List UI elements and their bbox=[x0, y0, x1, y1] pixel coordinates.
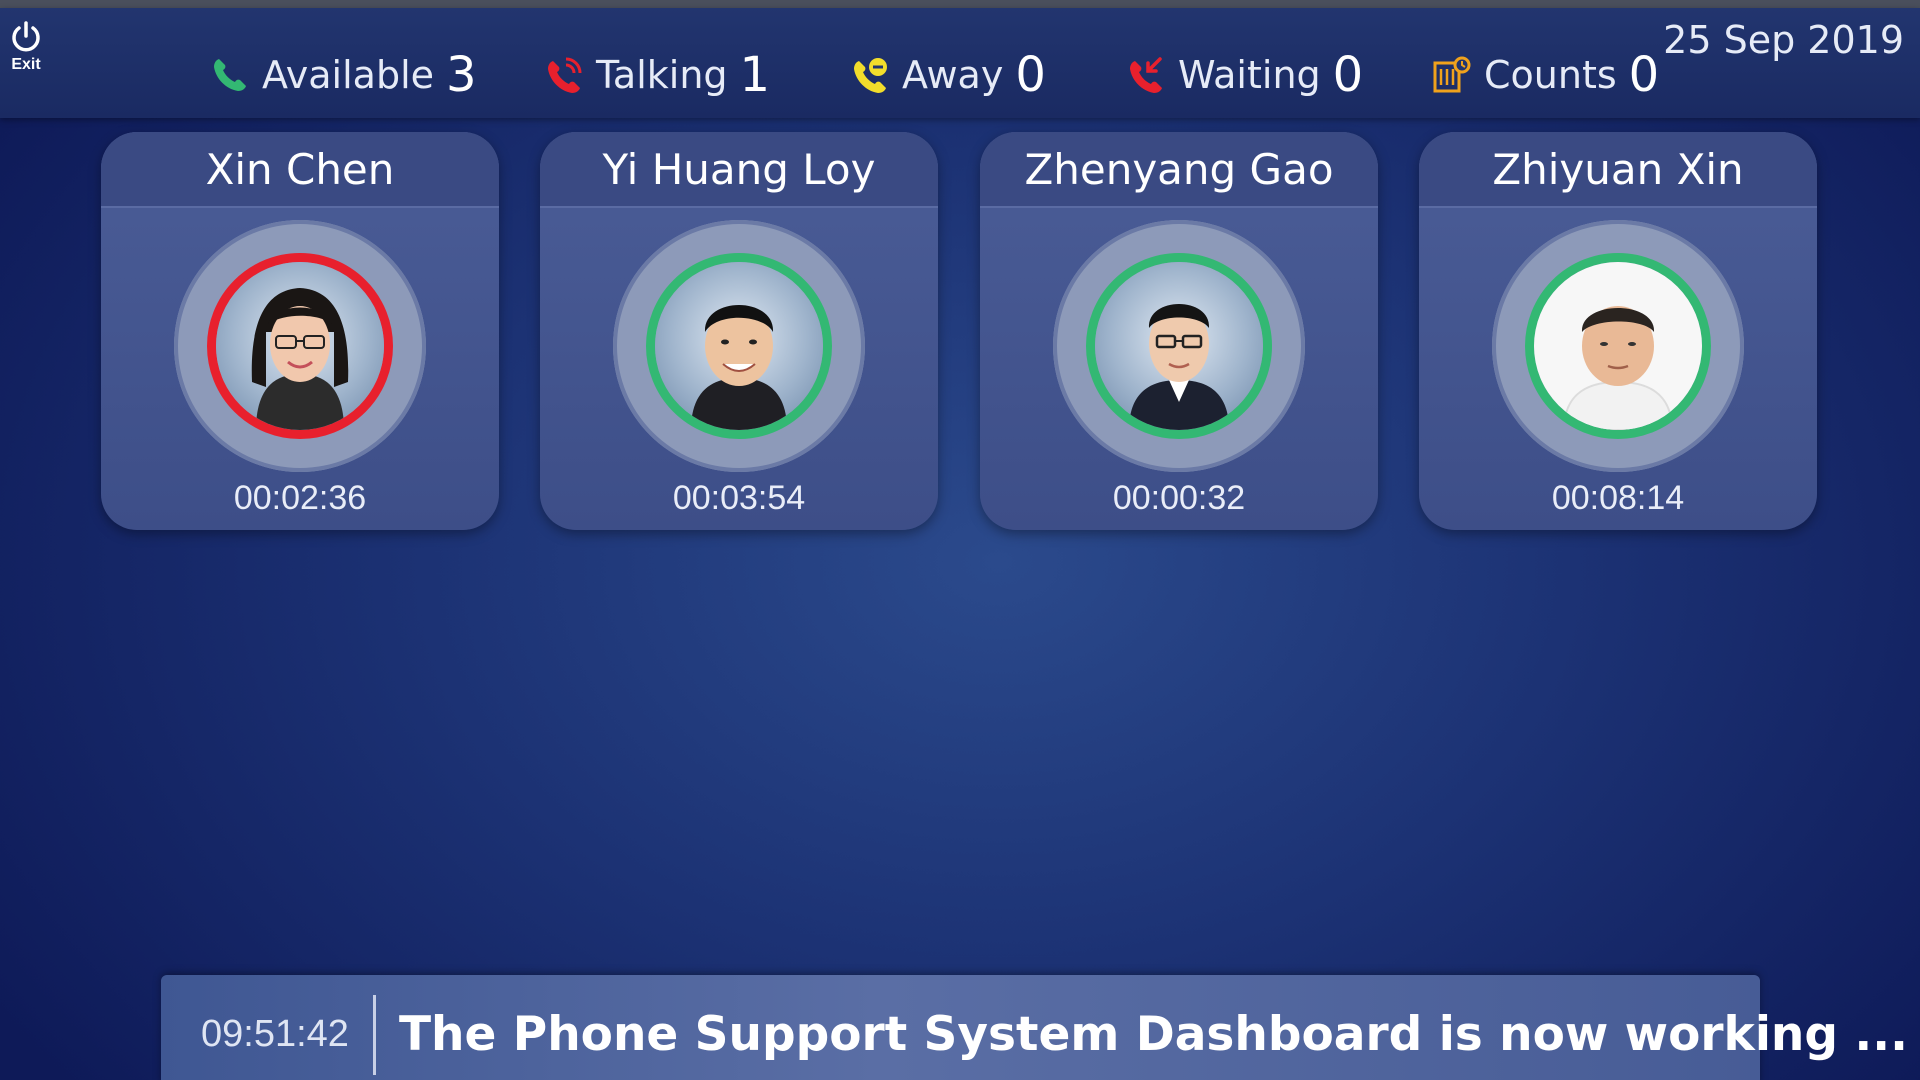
person-avatar-icon bbox=[691, 305, 787, 430]
stat-talking-count: 1 bbox=[739, 47, 771, 103]
stat-away-label: Away bbox=[902, 53, 1004, 97]
agent-card[interactable]: Zhenyang Gao 00:00:32 bbox=[980, 132, 1378, 530]
status-ring-available bbox=[646, 253, 832, 439]
stat-counts-count: 0 bbox=[1628, 47, 1660, 103]
stat-counts-label: Counts bbox=[1484, 53, 1617, 97]
avatar-frame bbox=[174, 220, 426, 472]
agent-name: Zhenyang Gao bbox=[980, 132, 1378, 208]
ticker-divider bbox=[373, 995, 376, 1075]
agent-card[interactable]: Yi Huang Loy 00:03:54 bbox=[540, 132, 938, 530]
agent-card[interactable]: Xin Chen 00:02:36 bbox=[101, 132, 499, 530]
stat-waiting-label: Waiting bbox=[1178, 53, 1321, 97]
window-top-border bbox=[0, 0, 1920, 8]
call-counts-icon bbox=[1430, 53, 1474, 97]
ticker-message: The Phone Support System Dashboard is no… bbox=[399, 1007, 1908, 1062]
exit-button[interactable]: Exit bbox=[6, 20, 46, 90]
avatar bbox=[1095, 262, 1263, 430]
avatar-frame bbox=[1492, 220, 1744, 472]
agent-timer: 00:08:14 bbox=[1551, 479, 1685, 517]
phone-away-icon bbox=[848, 53, 892, 97]
phone-waiting-icon bbox=[1124, 53, 1168, 97]
stat-available-label: Available bbox=[262, 53, 435, 97]
avatar-frame bbox=[613, 220, 865, 472]
power-icon bbox=[12, 21, 40, 52]
message-ticker: 09:51:42 The Phone Support System Dashbo… bbox=[161, 975, 1908, 1080]
stat-available-count: 3 bbox=[446, 47, 477, 103]
avatar-frame bbox=[1053, 220, 1305, 472]
stat-waiting: Waiting 0 bbox=[1124, 40, 1363, 110]
avatar bbox=[655, 262, 823, 430]
agent-name: Yi Huang Loy bbox=[540, 132, 938, 208]
person-avatar-icon bbox=[1562, 306, 1674, 430]
person-avatar-icon bbox=[1129, 304, 1229, 430]
agent-card[interactable]: Zhiyuan Xin 00:08:14 bbox=[1419, 132, 1817, 530]
person-avatar-icon bbox=[251, 288, 349, 430]
stat-away-count: 0 bbox=[1015, 47, 1046, 103]
date-display: 25 Sep 2019 bbox=[1663, 18, 1904, 62]
ticker-clock: 09:51:42 bbox=[201, 1013, 349, 1055]
agent-timer: 00:00:32 bbox=[1112, 479, 1246, 517]
agent-name: Xin Chen bbox=[101, 132, 499, 208]
status-ring-available bbox=[1086, 253, 1272, 439]
stat-away: Away 0 bbox=[848, 40, 1046, 110]
status-ring-talking bbox=[207, 253, 393, 439]
stat-talking-label: Talking bbox=[596, 53, 728, 97]
agent-timer: 00:02:36 bbox=[233, 479, 367, 517]
phone-talking-icon bbox=[542, 53, 586, 97]
avatar bbox=[1534, 262, 1702, 430]
stat-waiting-count: 0 bbox=[1332, 47, 1364, 103]
stat-counts: Counts 0 bbox=[1430, 40, 1659, 110]
phone-available-icon bbox=[208, 53, 252, 97]
status-header: Exit Available 3 Talking 1 Away 0 Waitin… bbox=[0, 8, 1920, 118]
stat-talking: Talking 1 bbox=[542, 40, 770, 110]
stat-available: Available 3 bbox=[208, 40, 477, 110]
status-ring-available bbox=[1525, 253, 1711, 439]
exit-label: Exit bbox=[11, 56, 41, 73]
agent-timer: 00:03:54 bbox=[672, 479, 806, 517]
avatar bbox=[216, 262, 384, 430]
agent-name: Zhiyuan Xin bbox=[1419, 132, 1817, 208]
